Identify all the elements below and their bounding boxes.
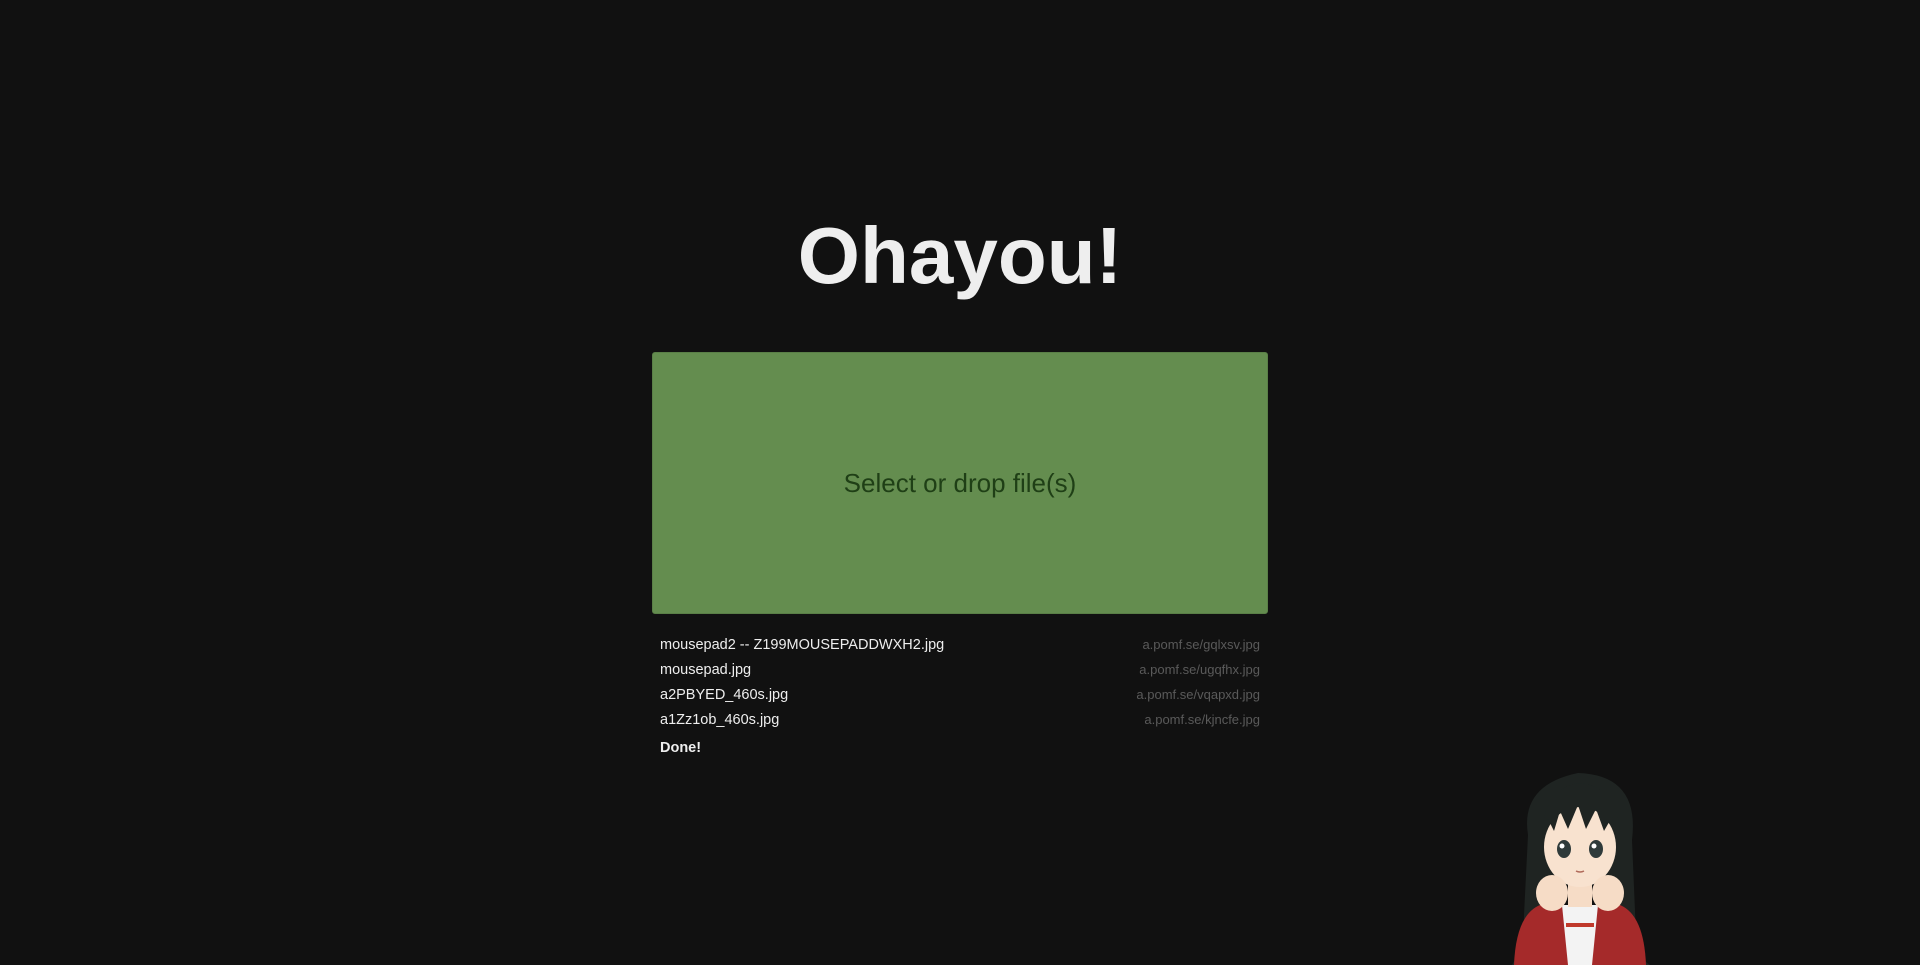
file-link[interactable]: a.pomf.se/gqlxsv.jpg (1142, 637, 1260, 652)
file-name: a2PBYED_460s.jpg (660, 686, 789, 703)
file-link[interactable]: a.pomf.se/kjncfe.jpg (1144, 712, 1260, 727)
file-name: mousepad2 -- Z199MOUSEPADDWXH2.jpg (660, 636, 945, 653)
page: Ohayou! Select or drop file(s) mousepad2… (0, 0, 1920, 965)
file-drop-zone[interactable]: Select or drop file(s) (652, 352, 1268, 614)
list-item: mousepad2 -- Z199MOUSEPADDWXH2.jpg a.pom… (652, 632, 1268, 657)
anime-girl-mascot-icon (1512, 773, 1650, 965)
file-link[interactable]: a.pomf.se/ugqfhx.jpg (1139, 662, 1260, 677)
uploaded-file-list: mousepad2 -- Z199MOUSEPADDWXH2.jpg a.pom… (652, 632, 1268, 732)
page-title: Ohayou! (797, 211, 1123, 300)
file-name: a1Zz1ob_460s.jpg (660, 711, 780, 728)
upload-status: Done! (660, 740, 702, 756)
file-name: mousepad.jpg (660, 661, 752, 678)
file-link[interactable]: a.pomf.se/vqapxd.jpg (1136, 687, 1260, 702)
drop-zone-label: Select or drop file(s) (843, 467, 1077, 498)
list-item: a2PBYED_460s.jpg a.pomf.se/vqapxd.jpg (652, 682, 1268, 707)
list-item: mousepad.jpg a.pomf.se/ugqfhx.jpg (652, 657, 1268, 682)
list-item: a1Zz1ob_460s.jpg a.pomf.se/kjncfe.jpg (652, 707, 1268, 732)
